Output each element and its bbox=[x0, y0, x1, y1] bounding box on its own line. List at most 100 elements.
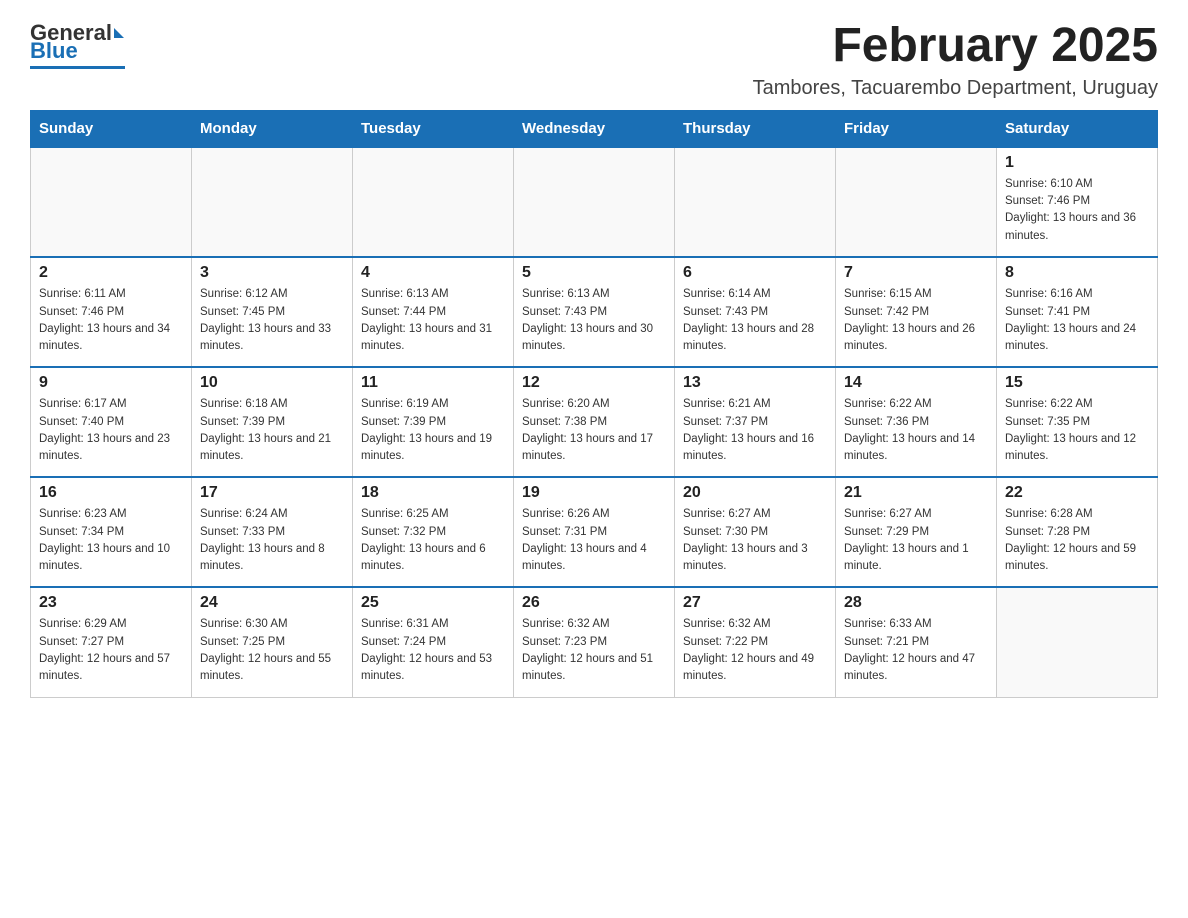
day-number: 4 bbox=[361, 264, 505, 282]
day-number: 8 bbox=[1005, 264, 1149, 282]
calendar-cell: 6 Sunrise: 6:14 AMSunset: 7:43 PMDaylight… bbox=[675, 257, 836, 367]
calendar-cell bbox=[675, 147, 836, 257]
calendar-cell: 17 Sunrise: 6:24 AMSunset: 7:33 PMDayligh… bbox=[192, 477, 353, 587]
day-number: 23 bbox=[39, 594, 183, 612]
day-info: Sunrise: 6:30 AMSunset: 7:25 PMDaylight:… bbox=[200, 616, 344, 685]
calendar-cell bbox=[353, 147, 514, 257]
day-number: 12 bbox=[522, 374, 666, 392]
calendar-cell bbox=[514, 147, 675, 257]
col-header-sunday: Sunday bbox=[31, 110, 192, 148]
day-number: 7 bbox=[844, 264, 988, 282]
calendar-cell: 20 Sunrise: 6:27 AMSunset: 7:30 PMDayligh… bbox=[675, 477, 836, 587]
calendar-week-1: 1 Sunrise: 6:10 AMSunset: 7:46 PMDaylight… bbox=[31, 147, 1158, 257]
day-number: 17 bbox=[200, 484, 344, 502]
day-number: 19 bbox=[522, 484, 666, 502]
day-number: 26 bbox=[522, 594, 666, 612]
page-header: General Blue February 2025 Tambores, Tac… bbox=[30, 20, 1158, 100]
calendar-cell: 12 Sunrise: 6:20 AMSunset: 7:38 PMDayligh… bbox=[514, 367, 675, 477]
logo: General Blue bbox=[30, 20, 125, 69]
calendar-cell bbox=[31, 147, 192, 257]
calendar-cell bbox=[997, 587, 1158, 697]
day-info: Sunrise: 6:20 AMSunset: 7:38 PMDaylight:… bbox=[522, 396, 666, 465]
calendar-cell: 9 Sunrise: 6:17 AMSunset: 7:40 PMDaylight… bbox=[31, 367, 192, 477]
calendar-cell: 15Sunrise: 6:22 AMSunset: 7:35 PMDayligh… bbox=[997, 367, 1158, 477]
day-info: Sunrise: 6:28 AMSunset: 7:28 PMDaylight:… bbox=[1005, 506, 1149, 575]
day-info: Sunrise: 6:22 AMSunset: 7:35 PMDaylight:… bbox=[1005, 396, 1149, 465]
calendar-cell: 19 Sunrise: 6:26 AMSunset: 7:31 PMDayligh… bbox=[514, 477, 675, 587]
calendar-cell: 7 Sunrise: 6:15 AMSunset: 7:42 PMDaylight… bbox=[836, 257, 997, 367]
calendar-week-2: 2 Sunrise: 6:11 AMSunset: 7:46 PMDaylight… bbox=[31, 257, 1158, 367]
day-info: Sunrise: 6:24 AMSunset: 7:33 PMDaylight:… bbox=[200, 506, 344, 575]
month-year-title: February 2025 bbox=[753, 20, 1158, 73]
day-info: Sunrise: 6:22 AMSunset: 7:36 PMDaylight:… bbox=[844, 396, 988, 465]
calendar-cell: 3Sunrise: 6:12 AMSunset: 7:45 PMDaylight… bbox=[192, 257, 353, 367]
col-header-saturday: Saturday bbox=[997, 110, 1158, 148]
calendar-cell: 24 Sunrise: 6:30 AMSunset: 7:25 PMDayligh… bbox=[192, 587, 353, 697]
day-info: Sunrise: 6:32 AMSunset: 7:22 PMDaylight:… bbox=[683, 616, 827, 685]
day-info: Sunrise: 6:16 AMSunset: 7:41 PMDaylight:… bbox=[1005, 286, 1149, 355]
day-number: 21 bbox=[844, 484, 988, 502]
calendar-cell: 11Sunrise: 6:19 AMSunset: 7:39 PMDayligh… bbox=[353, 367, 514, 477]
day-info: Sunrise: 6:27 AMSunset: 7:29 PMDaylight:… bbox=[844, 506, 988, 575]
day-number: 6 bbox=[683, 264, 827, 282]
day-info: Sunrise: 6:18 AMSunset: 7:39 PMDaylight:… bbox=[200, 396, 344, 465]
calendar-cell: 14 Sunrise: 6:22 AMSunset: 7:36 PMDayligh… bbox=[836, 367, 997, 477]
day-info: Sunrise: 6:10 AMSunset: 7:46 PMDaylight:… bbox=[1005, 176, 1149, 245]
col-header-monday: Monday bbox=[192, 110, 353, 148]
day-number: 25 bbox=[361, 594, 505, 612]
day-number: 18 bbox=[361, 484, 505, 502]
day-info: Sunrise: 6:17 AMSunset: 7:40 PMDaylight:… bbox=[39, 396, 183, 465]
calendar-cell: 8 Sunrise: 6:16 AMSunset: 7:41 PMDaylight… bbox=[997, 257, 1158, 367]
day-number: 27 bbox=[683, 594, 827, 612]
day-number: 24 bbox=[200, 594, 344, 612]
logo-line bbox=[30, 66, 125, 69]
day-info: Sunrise: 6:33 AMSunset: 7:21 PMDaylight:… bbox=[844, 616, 988, 685]
day-info: Sunrise: 6:15 AMSunset: 7:42 PMDaylight:… bbox=[844, 286, 988, 355]
day-number: 2 bbox=[39, 264, 183, 282]
day-number: 22 bbox=[1005, 484, 1149, 502]
calendar-cell: 26 Sunrise: 6:32 AMSunset: 7:23 PMDayligh… bbox=[514, 587, 675, 697]
day-info: Sunrise: 6:14 AMSunset: 7:43 PMDaylight:… bbox=[683, 286, 827, 355]
day-info: Sunrise: 6:31 AMSunset: 7:24 PMDaylight:… bbox=[361, 616, 505, 685]
calendar-cell: 22 Sunrise: 6:28 AMSunset: 7:28 PMDayligh… bbox=[997, 477, 1158, 587]
day-info: Sunrise: 6:23 AMSunset: 7:34 PMDaylight:… bbox=[39, 506, 183, 575]
calendar-cell: 13 Sunrise: 6:21 AMSunset: 7:37 PMDayligh… bbox=[675, 367, 836, 477]
calendar-cell: 10 Sunrise: 6:18 AMSunset: 7:39 PMDayligh… bbox=[192, 367, 353, 477]
day-info: Sunrise: 6:11 AMSunset: 7:46 PMDaylight:… bbox=[39, 286, 183, 355]
day-info: Sunrise: 6:32 AMSunset: 7:23 PMDaylight:… bbox=[522, 616, 666, 685]
day-number: 10 bbox=[200, 374, 344, 392]
day-info: Sunrise: 6:13 AMSunset: 7:43 PMDaylight:… bbox=[522, 286, 666, 355]
calendar-cell bbox=[192, 147, 353, 257]
day-number: 20 bbox=[683, 484, 827, 502]
day-number: 9 bbox=[39, 374, 183, 392]
calendar-cell: 23 Sunrise: 6:29 AMSunset: 7:27 PMDayligh… bbox=[31, 587, 192, 697]
calendar-week-3: 9 Sunrise: 6:17 AMSunset: 7:40 PMDaylight… bbox=[31, 367, 1158, 477]
day-info: Sunrise: 6:27 AMSunset: 7:30 PMDaylight:… bbox=[683, 506, 827, 575]
calendar-cell: 27 Sunrise: 6:32 AMSunset: 7:22 PMDayligh… bbox=[675, 587, 836, 697]
location-subtitle: Tambores, Tacuarembo Department, Uruguay bbox=[753, 77, 1158, 100]
day-info: Sunrise: 6:26 AMSunset: 7:31 PMDaylight:… bbox=[522, 506, 666, 575]
calendar-cell: 16 Sunrise: 6:23 AMSunset: 7:34 PMDayligh… bbox=[31, 477, 192, 587]
title-area: February 2025 Tambores, Tacuarembo Depar… bbox=[753, 20, 1158, 100]
col-header-wednesday: Wednesday bbox=[514, 110, 675, 148]
calendar-header-row: SundayMondayTuesdayWednesdayThursdayFrid… bbox=[31, 110, 1158, 148]
logo-triangle-icon bbox=[114, 28, 124, 38]
day-number: 5 bbox=[522, 264, 666, 282]
col-header-thursday: Thursday bbox=[675, 110, 836, 148]
day-info: Sunrise: 6:13 AMSunset: 7:44 PMDaylight:… bbox=[361, 286, 505, 355]
day-number: 1 bbox=[1005, 154, 1149, 172]
day-info: Sunrise: 6:29 AMSunset: 7:27 PMDaylight:… bbox=[39, 616, 183, 685]
calendar-cell: 4 Sunrise: 6:13 AMSunset: 7:44 PMDaylight… bbox=[353, 257, 514, 367]
day-info: Sunrise: 6:21 AMSunset: 7:37 PMDaylight:… bbox=[683, 396, 827, 465]
logo-blue: Blue bbox=[30, 38, 78, 64]
calendar-cell: 1 Sunrise: 6:10 AMSunset: 7:46 PMDaylight… bbox=[997, 147, 1158, 257]
calendar-cell: 18 Sunrise: 6:25 AMSunset: 7:32 PMDayligh… bbox=[353, 477, 514, 587]
logo-blue-text: Blue bbox=[30, 38, 78, 64]
day-number: 14 bbox=[844, 374, 988, 392]
day-number: 13 bbox=[683, 374, 827, 392]
day-number: 16 bbox=[39, 484, 183, 502]
day-number: 3 bbox=[200, 264, 344, 282]
day-info: Sunrise: 6:25 AMSunset: 7:32 PMDaylight:… bbox=[361, 506, 505, 575]
calendar-cell: 21 Sunrise: 6:27 AMSunset: 7:29 PMDayligh… bbox=[836, 477, 997, 587]
calendar-cell: 2 Sunrise: 6:11 AMSunset: 7:46 PMDaylight… bbox=[31, 257, 192, 367]
